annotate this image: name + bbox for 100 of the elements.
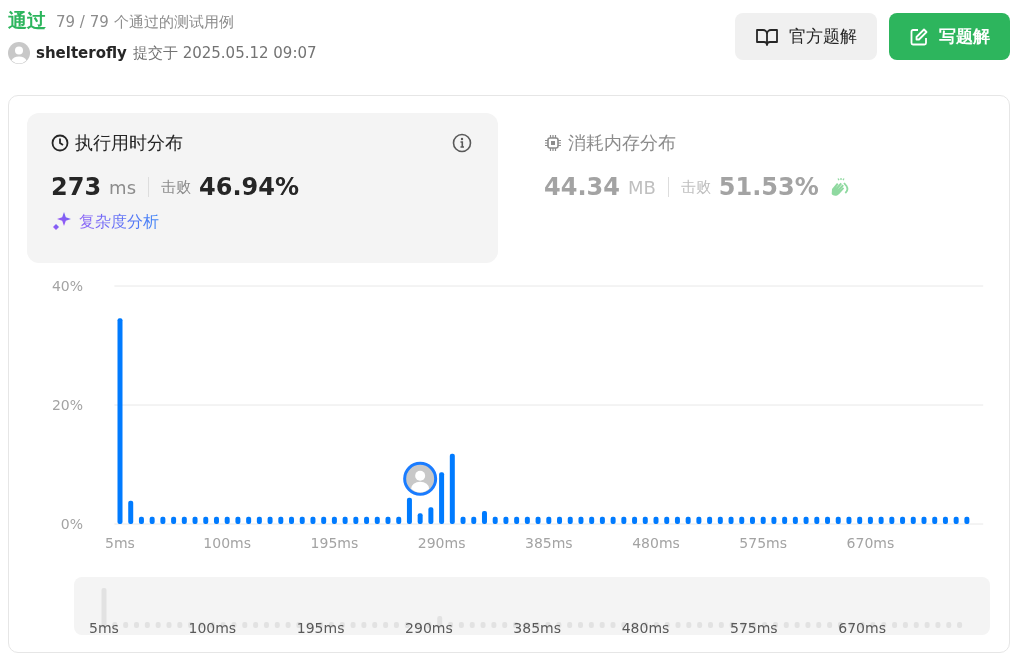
histogram-bar[interactable] [857,516,863,524]
histogram-bar[interactable] [128,500,134,524]
histogram-bar[interactable] [299,516,305,524]
histogram-bar[interactable] [696,516,702,524]
x-axis-label: 290ms [417,535,466,551]
histogram-bar[interactable] [932,516,938,524]
histogram-bar[interactable] [589,516,595,524]
navigator-label: 670ms [838,620,886,635]
histogram-bar[interactable] [792,516,798,524]
histogram-bar[interactable] [728,516,734,524]
histogram-bar[interactable] [278,516,284,524]
histogram-bar[interactable] [321,516,327,524]
y-axis-label: 20% [51,397,83,413]
histogram-bar[interactable] [642,516,648,524]
complexity-analysis-link[interactable]: 复杂度分析 [51,211,159,233]
histogram-bar[interactable] [503,516,509,524]
histogram-bar[interactable] [771,516,777,524]
histogram-bar[interactable] [149,516,155,524]
histogram-bar[interactable] [610,516,616,524]
histogram-bar[interactable] [364,516,370,524]
histogram-bar[interactable] [514,516,520,524]
histogram-bar[interactable] [428,507,434,524]
histogram-bar[interactable] [674,516,680,524]
histogram-bar[interactable] [406,497,412,524]
histogram-bar[interactable] [492,516,498,524]
avatar-icon [8,42,30,64]
histogram-bar[interactable] [846,516,852,524]
histogram-bar[interactable] [482,510,487,524]
info-icon[interactable] [452,133,472,153]
y-axis-label: 40% [51,278,83,294]
histogram-bar[interactable] [814,516,820,524]
histogram-bar[interactable] [953,516,959,524]
stat-unit: MB [627,176,656,198]
histogram-bar[interactable] [621,516,627,524]
histogram-bar[interactable] [782,516,788,524]
histogram-bar[interactable] [535,516,541,524]
histogram-bar[interactable] [653,516,659,524]
histogram-bar[interactable] [632,516,638,524]
histogram-bar[interactable] [803,516,809,524]
histogram-bar[interactable] [557,516,562,524]
histogram-bar[interactable] [160,516,166,524]
histogram-bar[interactable] [192,516,198,524]
histogram-bar[interactable] [385,516,391,524]
histogram-bar[interactable] [449,453,455,524]
histogram-bar[interactable] [289,516,294,524]
histogram-bar[interactable] [664,516,670,524]
x-axis-label: 385ms [524,535,573,551]
histogram-bar[interactable] [396,516,402,524]
histogram-bar[interactable] [750,516,755,524]
histogram-bar[interactable] [310,516,316,524]
histogram-bar[interactable] [942,516,948,524]
histogram-bar[interactable] [460,516,466,524]
navigator-label: 480ms [621,620,670,635]
histogram-bar[interactable] [900,516,906,524]
range-navigator[interactable]: 5ms 100ms 195ms 290ms 385ms 480ms 575ms 670ms [74,577,990,635]
histogram-bar[interactable] [214,516,219,524]
histogram-bar[interactable] [867,516,873,524]
histogram-bar[interactable] [353,516,359,524]
histogram-bar[interactable] [138,516,144,524]
histogram-bar[interactable] [267,516,273,524]
histogram-bar[interactable] [117,318,123,524]
histogram-bar[interactable] [374,516,380,524]
histogram-bar[interactable] [685,516,691,524]
histogram-bar[interactable] [717,516,723,524]
histogram-bar[interactable] [739,516,745,524]
histogram-bar[interactable] [524,516,530,524]
histogram-bar[interactable] [546,516,552,524]
navigator-label: 385ms [513,620,562,635]
stat-tab[interactable]: 执行用时分布 273 ms 击败 46.94% 复杂度分析 [27,113,498,263]
histogram-bar[interactable] [246,516,252,524]
histogram-bar[interactable] [224,516,230,524]
histogram-bar[interactable] [417,513,423,524]
histogram-bar[interactable] [181,516,187,524]
histogram-bar[interactable] [889,516,895,524]
histogram-bar[interactable] [171,516,177,524]
histogram-bar[interactable] [599,516,605,524]
official-solution-button[interactable]: 官方题解 [735,13,877,60]
y-axis-label: 0% [60,516,83,532]
username[interactable]: shelterofly [36,44,127,62]
histogram-bar[interactable] [825,516,830,524]
histogram-bar[interactable] [964,516,970,524]
histogram-bar[interactable] [342,516,348,524]
stat-tab[interactable]: 消耗内存分布 44.34 MB 击败 51.53% [520,113,991,263]
histogram-bar[interactable] [471,516,477,524]
histogram-bar[interactable] [835,516,841,524]
histogram-bar[interactable] [256,516,262,524]
histogram-bar[interactable] [203,516,209,524]
test-cases-count: 79 / 79 个通过的测试用例 [56,13,234,32]
histogram-bar[interactable] [707,516,713,524]
histogram-bar[interactable] [910,516,916,524]
histogram-bar[interactable] [235,516,241,524]
histogram-bar[interactable] [760,516,766,524]
histogram-bar[interactable] [331,516,337,524]
stat-value: 44.34 [544,173,620,201]
histogram-bar[interactable] [567,516,573,524]
histogram-bar[interactable] [578,516,584,524]
histogram-bar[interactable] [921,516,927,524]
histogram-bar[interactable] [439,472,445,524]
histogram-bar[interactable] [878,516,884,524]
x-axis-label: 575ms [739,535,788,551]
